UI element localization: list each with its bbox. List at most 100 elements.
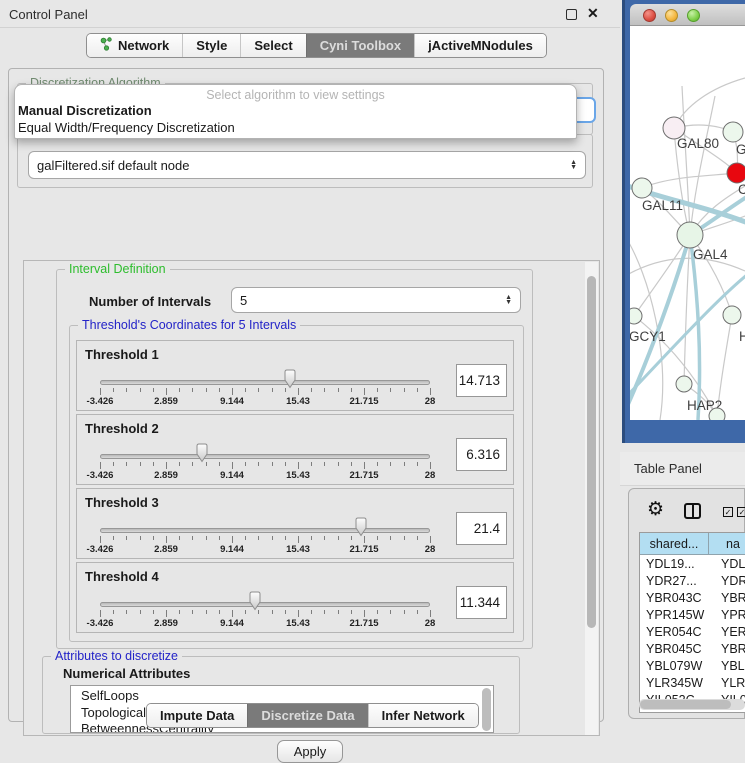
cell-shared-name[interactable]: YDL19... bbox=[640, 555, 709, 572]
float-window-icon[interactable] bbox=[566, 9, 577, 20]
network-node[interactable] bbox=[723, 122, 743, 142]
tab-select[interactable]: Select bbox=[240, 34, 305, 57]
network-node[interactable] bbox=[676, 376, 692, 392]
table-row[interactable]: YER054CYER0 bbox=[640, 623, 745, 640]
cell-name[interactable]: YLR3 bbox=[709, 674, 745, 691]
slider-track[interactable] bbox=[100, 602, 430, 607]
column-header-shared-name[interactable]: shared... bbox=[640, 533, 709, 554]
close-icon[interactable]: ✕ bbox=[587, 5, 599, 22]
slider-ticks bbox=[100, 536, 430, 544]
tab-style[interactable]: Style bbox=[182, 34, 240, 57]
cell-name[interactable]: YDR2 bbox=[709, 572, 745, 589]
network-node[interactable] bbox=[709, 408, 725, 420]
slider-track[interactable] bbox=[100, 454, 430, 459]
zoom-light-icon[interactable] bbox=[687, 9, 700, 22]
table-row[interactable]: YDR27...YDR2 bbox=[640, 572, 745, 589]
dropdown-option-manual-discretization[interactable]: Manual Discretization bbox=[15, 102, 576, 119]
tab-discretize-data[interactable]: Discretize Data bbox=[247, 704, 367, 727]
table-row[interactable]: YBR045CYBR0 bbox=[640, 640, 745, 657]
column-header-name[interactable]: na bbox=[709, 533, 745, 554]
tab-label: Style bbox=[196, 38, 227, 53]
table-row[interactable]: YBL079WYBL0 bbox=[640, 657, 745, 674]
table-panel: ⚙ ✓ ✓ shared... na YDL19...YDL1YDR27...Y… bbox=[628, 488, 745, 719]
list-scrollbar-thumb[interactable] bbox=[482, 688, 491, 731]
cell-name[interactable]: YER0 bbox=[709, 623, 745, 640]
network-node[interactable] bbox=[727, 163, 745, 183]
slider-thumb[interactable] bbox=[194, 443, 210, 468]
control-panel-tab-bar: Network Style Select Cyni Toolbox jActiv… bbox=[86, 33, 547, 58]
network-edge bbox=[642, 173, 737, 188]
horizontal-scrollbar-thumb[interactable] bbox=[640, 700, 731, 709]
table-data-combobox[interactable]: galFiltered.sif default node ▲▼ bbox=[28, 151, 586, 179]
tab-cyni-toolbox[interactable]: Cyni Toolbox bbox=[306, 34, 414, 57]
control-panel-titlebar: Control Panel ✕ bbox=[0, 0, 620, 28]
cell-shared-name[interactable]: YBR043C bbox=[640, 589, 709, 606]
vertical-scrollbar-thumb[interactable] bbox=[587, 276, 596, 628]
cell-name[interactable]: YDL1 bbox=[709, 555, 745, 572]
table-data-combobox-value: galFiltered.sif default node bbox=[37, 158, 189, 173]
number-of-intervals-label: Number of Intervals bbox=[89, 294, 211, 309]
apply-button[interactable]: Apply bbox=[277, 740, 343, 763]
threshold-3-value-field[interactable]: 21.4 bbox=[456, 512, 507, 545]
cell-shared-name[interactable]: YLR345W bbox=[640, 674, 709, 691]
network-canvas[interactable]: GAL80GACGAL11GAL4GCY1HHAP2 bbox=[630, 26, 745, 420]
slider-ticks bbox=[100, 388, 430, 396]
network-node[interactable] bbox=[677, 222, 703, 248]
slider-track[interactable] bbox=[100, 528, 430, 533]
threshold-2-value-field[interactable]: 6.316 bbox=[456, 438, 507, 471]
table-row[interactable]: YBR043CYBR0 bbox=[640, 589, 745, 606]
cell-shared-name[interactable]: YDR27... bbox=[640, 572, 709, 589]
network-node-label: GAL4 bbox=[693, 247, 728, 262]
cell-shared-name[interactable]: YPR145W bbox=[640, 606, 709, 623]
vertical-scrollbar[interactable] bbox=[585, 262, 598, 735]
cell-name[interactable]: YBR0 bbox=[709, 640, 745, 657]
tab-impute-data[interactable]: Impute Data bbox=[147, 704, 247, 727]
minimize-light-icon[interactable] bbox=[665, 9, 678, 22]
interval-definition-group: Interval Definition Number of Intervals … bbox=[56, 269, 533, 649]
network-edge bbox=[690, 96, 715, 235]
slider-tick-labels: -3.4262.8599.14415.4321.71528 bbox=[100, 618, 430, 629]
tab-network[interactable]: Network bbox=[87, 34, 182, 57]
table-row[interactable]: YPR145WYPR1 bbox=[640, 606, 745, 623]
table-row[interactable]: YLR345WYLR3 bbox=[640, 674, 745, 691]
network-node[interactable] bbox=[630, 308, 642, 324]
slider-tick-labels: -3.4262.8599.14415.4321.71528 bbox=[100, 544, 430, 555]
cell-shared-name[interactable]: YBR045C bbox=[640, 640, 709, 657]
cell-name[interactable]: YBL0 bbox=[709, 657, 745, 674]
slider-thumb[interactable] bbox=[282, 369, 298, 394]
network-node-label: GAL11 bbox=[642, 198, 683, 213]
dropdown-option-equal-width-frequency[interactable]: Equal Width/Frequency Discretization bbox=[15, 119, 576, 136]
cell-shared-name[interactable]: YER054C bbox=[640, 623, 709, 640]
network-node[interactable] bbox=[632, 178, 652, 198]
close-light-icon[interactable] bbox=[643, 9, 656, 22]
tab-label: Infer Network bbox=[382, 708, 465, 723]
cell-name[interactable]: YBR0 bbox=[709, 589, 745, 606]
table-row[interactable]: YDL19...YDL1 bbox=[640, 555, 745, 572]
split-column-icon[interactable] bbox=[684, 503, 701, 519]
tab-infer-network[interactable]: Infer Network bbox=[368, 704, 478, 727]
network-node[interactable] bbox=[723, 306, 741, 324]
horizontal-scrollbar[interactable] bbox=[639, 699, 745, 710]
slider-thumb[interactable] bbox=[353, 517, 369, 542]
checkbox-icon[interactable]: ✓ bbox=[737, 507, 745, 517]
combo-stepper-icon[interactable]: ▲▼ bbox=[505, 295, 512, 306]
combo-stepper-icon[interactable]: ▲▼ bbox=[570, 160, 577, 171]
threshold-3-panel: Threshold 3 21.4 -3.4262.8599.14415.4321… bbox=[76, 488, 514, 559]
threshold-1-value-field[interactable]: 14.713 bbox=[456, 364, 507, 397]
checkbox-icon[interactable]: ✓ bbox=[723, 507, 733, 517]
gear-icon[interactable]: ⚙ bbox=[647, 500, 664, 519]
tab-label: Cyni Toolbox bbox=[320, 38, 401, 53]
threshold-4-value-field[interactable]: 11.344 bbox=[456, 586, 507, 619]
network-window-titlebar[interactable] bbox=[630, 4, 745, 26]
slider-track[interactable] bbox=[100, 380, 430, 385]
cell-name[interactable]: YPR1 bbox=[709, 606, 745, 623]
cell-shared-name[interactable]: YBL079W bbox=[640, 657, 709, 674]
slider-thumb[interactable] bbox=[247, 591, 263, 616]
attributes-group-title: Attributes to discretize bbox=[51, 649, 182, 663]
number-of-intervals-combobox[interactable]: 5 ▲▼ bbox=[231, 287, 521, 313]
network-graph[interactable]: GAL80GACGAL11GAL4GCY1HHAP2 bbox=[630, 26, 745, 420]
thresholds-group-title: Threshold's Coordinates for 5 Intervals bbox=[78, 318, 300, 332]
threshold-1-panel: Threshold 1 14.713 -3.4262.8599.14415.43… bbox=[76, 340, 514, 411]
threshold-2-panel: Threshold 2 6.316 -3.4262.8599.14415.432… bbox=[76, 414, 514, 485]
tab-jactivemnodules[interactable]: jActiveMNodules bbox=[414, 34, 546, 57]
